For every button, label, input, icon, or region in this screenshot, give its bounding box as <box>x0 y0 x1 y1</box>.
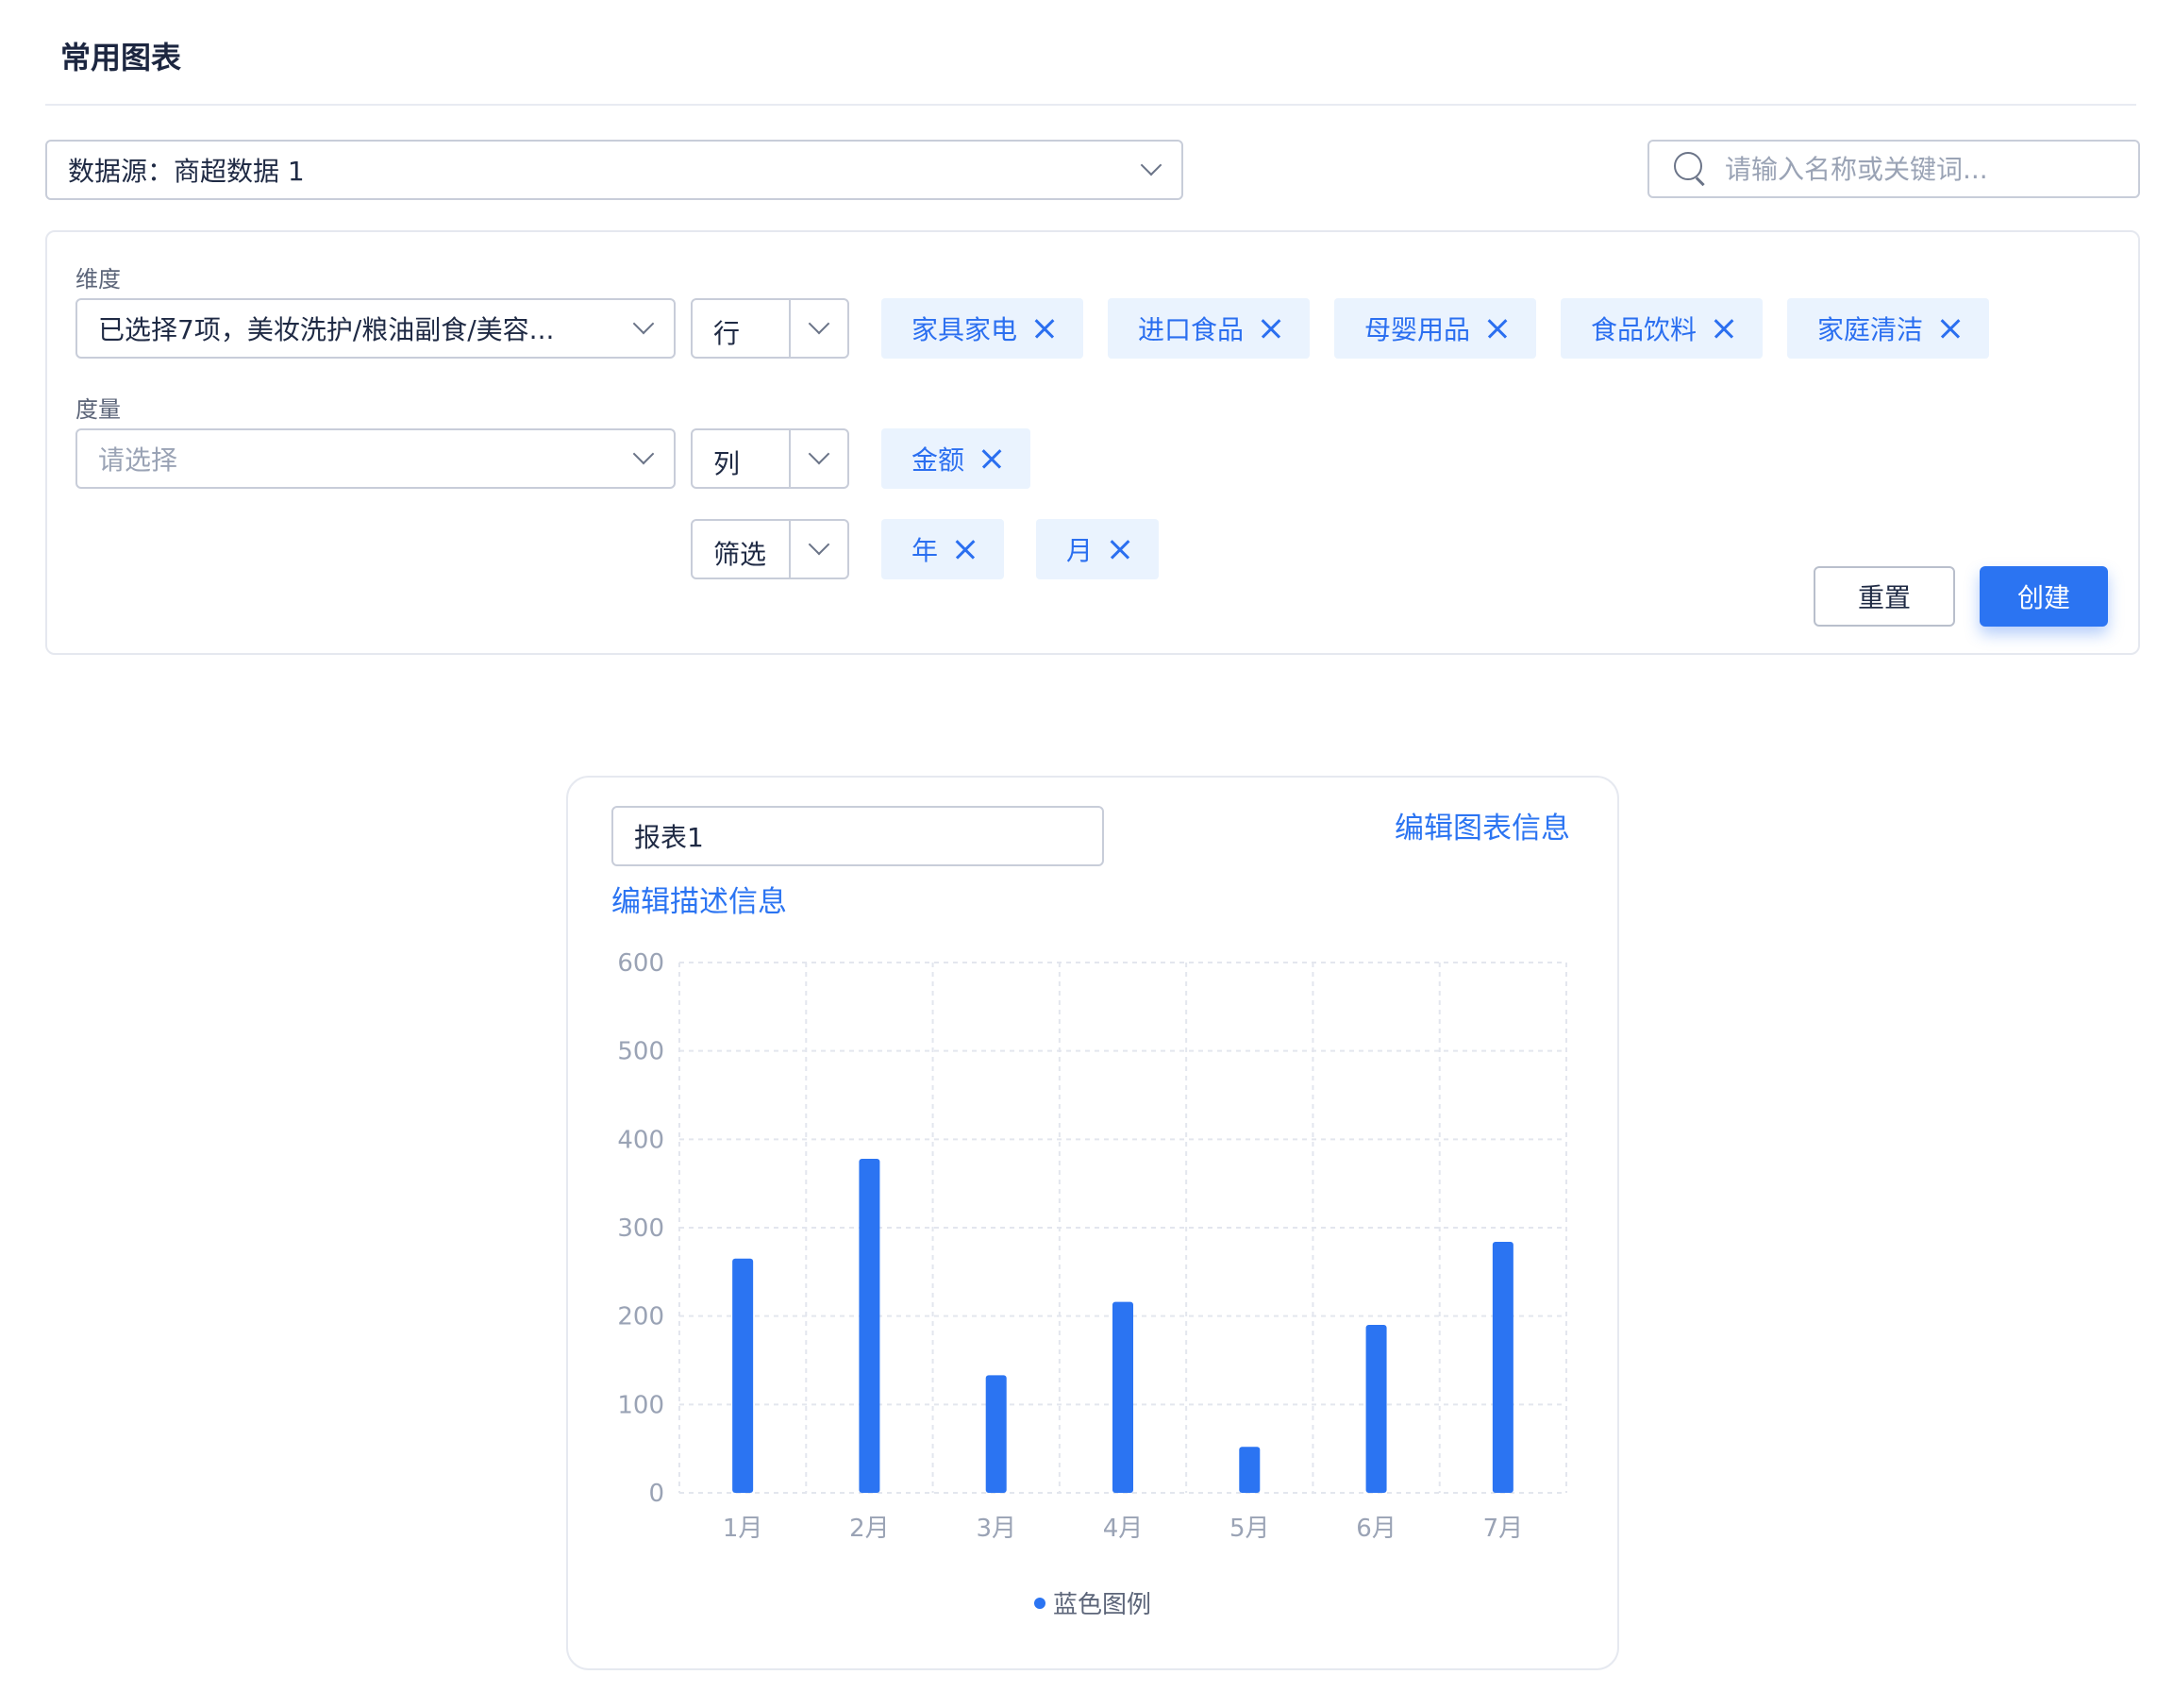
close-icon[interactable] <box>1940 318 1961 339</box>
chart-legend: 蓝色图例 <box>568 1585 1617 1620</box>
divider <box>789 300 791 357</box>
bar <box>1239 1447 1261 1493</box>
close-icon[interactable] <box>1261 318 1281 339</box>
measure-type-value: 列 <box>713 448 741 479</box>
x-tick-label: 3月 <box>976 1515 1016 1543</box>
y-tick-label: 400 <box>617 1126 664 1154</box>
search-input[interactable] <box>1725 153 2121 185</box>
bar <box>1365 1325 1387 1493</box>
search-icon <box>1674 152 1708 186</box>
y-tick-label: 300 <box>617 1214 664 1243</box>
tag-filter: 年 <box>881 519 1005 579</box>
bar <box>859 1158 880 1493</box>
tag-label: 月 <box>1066 535 1094 566</box>
datasource-select[interactable]: 数据源：商超数据 1 <box>45 140 1183 200</box>
dimension-type-value: 行 <box>713 318 741 349</box>
divider <box>789 430 791 487</box>
tag-dimension: 进口食品 <box>1108 298 1311 359</box>
chevron-down-icon <box>808 443 830 465</box>
config-panel: 维度 已选择7项，美妆洗护/粮油副食/美容... 行 家具家电 进口食品 母婴用… <box>45 230 2140 655</box>
measure-label: 度量 <box>75 396 121 423</box>
measure-type-select[interactable]: 列 <box>691 428 849 489</box>
bar <box>985 1375 1007 1493</box>
page-title: 常用图表 <box>60 40 182 75</box>
tag-label: 金额 <box>911 444 965 476</box>
bar <box>1112 1301 1133 1493</box>
chart-card: 编辑图表信息 编辑描述信息 01002003004005006001月2月3月4… <box>566 776 1619 1670</box>
divider <box>789 521 791 578</box>
tag-label: 家庭清洁 <box>1817 314 1924 345</box>
y-tick-label: 100 <box>617 1391 664 1419</box>
tag-label: 母婴用品 <box>1364 314 1471 345</box>
tag-label: 家具家电 <box>911 314 1018 345</box>
x-tick-label: 4月 <box>1103 1515 1144 1543</box>
dimension-value: 已选择7项，美妆洗护/粮油副食/美容... <box>98 314 555 345</box>
close-icon[interactable] <box>955 539 976 560</box>
tag-label: 食品饮料 <box>1591 314 1697 345</box>
x-tick-label: 2月 <box>849 1515 890 1543</box>
tag-dimension: 家庭清洁 <box>1787 298 1990 359</box>
datasource-value: 数据源：商超数据 1 <box>68 156 305 187</box>
title-divider <box>45 104 2136 106</box>
bar <box>732 1258 754 1493</box>
tag-label: 进口食品 <box>1138 314 1245 345</box>
close-icon[interactable] <box>981 448 1002 469</box>
reset-button[interactable]: 重置 <box>1814 566 1955 627</box>
chevron-down-icon <box>808 533 830 556</box>
filter-type-value: 筛选 <box>713 539 767 570</box>
close-icon[interactable] <box>1034 318 1055 339</box>
legend-label: 蓝色图例 <box>1052 1591 1151 1619</box>
bar-chart: 0 100 200 300 400 500 600 1月 2月 3月 4月 5月 6月 7月 <box>617 949 1567 1543</box>
dimension-select[interactable]: 已选择7项，美妆洗护/粮油副食/美容... <box>75 298 676 359</box>
legend-dot-icon <box>1033 1597 1045 1609</box>
x-tick-label: 6月 <box>1356 1515 1396 1543</box>
tag-dimension: 母婴用品 <box>1334 298 1537 359</box>
close-icon[interactable] <box>1110 539 1130 560</box>
tag-dimension: 食品饮料 <box>1561 298 1764 359</box>
chevron-down-icon <box>632 312 655 335</box>
close-icon[interactable] <box>1487 318 1508 339</box>
y-tick-label: 500 <box>617 1038 664 1066</box>
tag-dimension: 家具家电 <box>881 298 1084 359</box>
tag-measure: 金额 <box>881 428 1031 489</box>
measure-select[interactable]: 请选择 <box>75 428 676 489</box>
dimension-label: 维度 <box>75 266 121 293</box>
chevron-down-icon <box>1140 154 1162 176</box>
chevron-down-icon <box>808 312 830 335</box>
search-box[interactable] <box>1647 140 2140 198</box>
y-tick-label: 600 <box>617 949 664 978</box>
chevron-down-icon <box>632 443 655 465</box>
measure-placeholder: 请选择 <box>98 444 178 476</box>
x-tick-label: 1月 <box>723 1515 763 1543</box>
x-tick-label: 5月 <box>1229 1515 1270 1543</box>
filter-type-select[interactable]: 筛选 <box>691 519 849 579</box>
x-tick-label: 7月 <box>1483 1515 1524 1543</box>
close-icon[interactable] <box>1714 318 1734 339</box>
tag-label: 年 <box>911 535 939 566</box>
bar <box>1492 1241 1513 1493</box>
tag-filter: 月 <box>1036 519 1160 579</box>
y-tick-label: 200 <box>617 1303 664 1331</box>
y-tick-label: 0 <box>648 1480 664 1508</box>
create-button[interactable]: 创建 <box>1980 566 2108 627</box>
dimension-type-select[interactable]: 行 <box>691 298 849 359</box>
